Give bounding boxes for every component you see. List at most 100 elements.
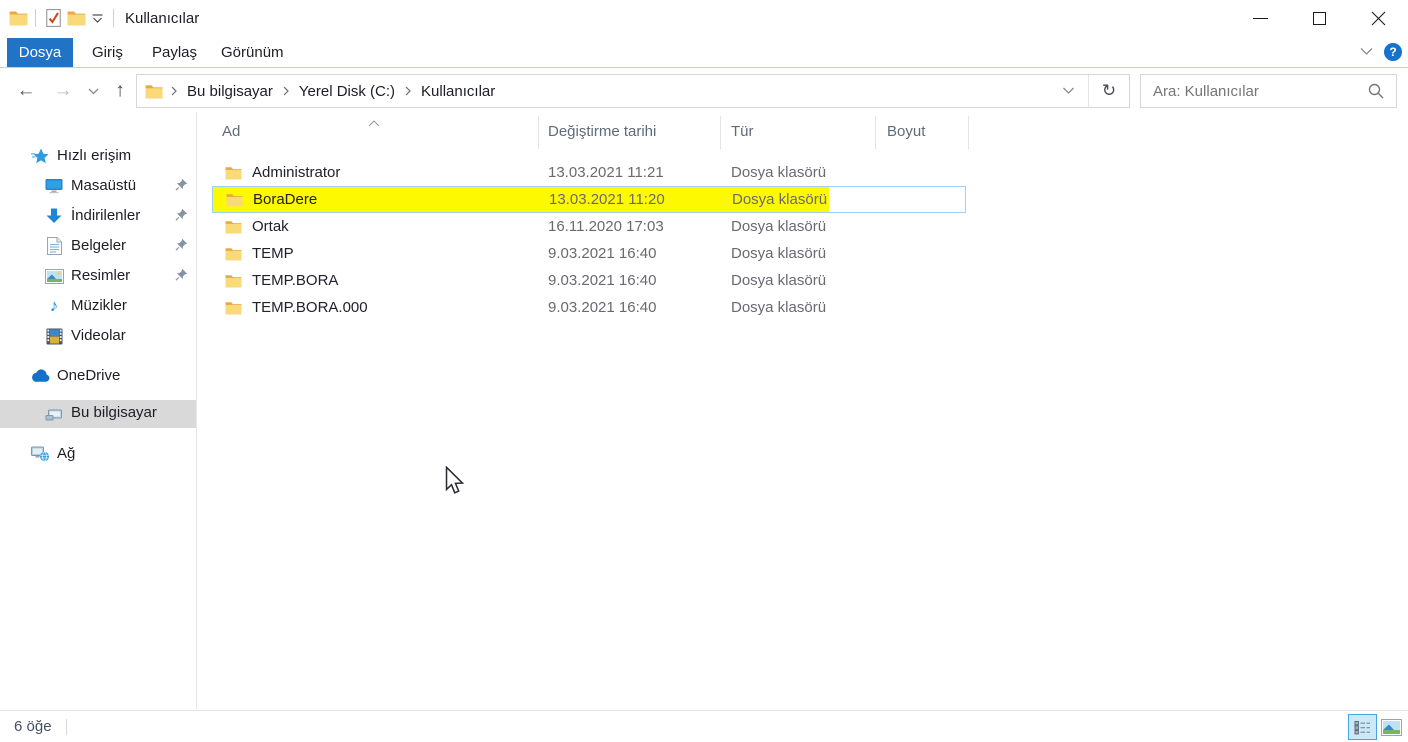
breadcrumb-users[interactable]: Kullanıcılar: [419, 83, 497, 100]
details-view-icon: [1354, 720, 1370, 734]
film-icon: [44, 326, 64, 346]
tab-giris[interactable]: Giriş: [80, 38, 135, 67]
status-separator: [66, 719, 67, 735]
column-divider[interactable]: [538, 116, 539, 149]
sidebar-item-videos[interactable]: Videolar: [0, 323, 196, 349]
properties-check-icon: [46, 9, 61, 27]
refresh-button[interactable]: ↻: [1089, 81, 1129, 101]
search-icon[interactable]: [1368, 83, 1384, 99]
item-count: 6 öğe: [14, 718, 52, 735]
column-headers: Ad Değiştirme tarihi Tür Boyut: [198, 112, 1408, 150]
chevron-down-icon: [1062, 87, 1074, 94]
address-bar[interactable]: Bu bilgisayar Yerel Disk (C:) Kullanıcıl…: [136, 74, 1130, 108]
breadcrumb-chevron-icon: [283, 86, 289, 96]
network-icon: [30, 444, 50, 464]
folder-icon: [225, 247, 242, 260]
app-folder-icon: [9, 10, 28, 26]
titlebar-separator: [35, 9, 36, 27]
help-button[interactable]: ?: [1384, 42, 1402, 61]
minimize-icon: [1253, 17, 1268, 19]
file-row-ortak[interactable]: Ortak 16.11.2020 17:03 Dosya klasörü: [212, 213, 966, 240]
chevron-down-icon: [88, 88, 98, 94]
qat-properties-button[interactable]: [43, 5, 64, 31]
desktop-icon: [44, 176, 64, 196]
qat-new-folder-button[interactable]: [64, 5, 89, 31]
maximize-button[interactable]: [1290, 0, 1349, 36]
folder-icon: [225, 220, 242, 233]
search-input[interactable]: [1141, 82, 1368, 100]
tab-gorunum[interactable]: Görünüm: [209, 38, 296, 67]
pin-icon: [175, 178, 188, 195]
details-view-button[interactable]: [1348, 714, 1377, 740]
thumbnail-view-icon: [1381, 718, 1402, 736]
search-box: [1140, 74, 1397, 108]
music-note-icon: ♪: [49, 296, 59, 315]
tab-paylas[interactable]: Paylaş: [140, 38, 209, 67]
ribbon-tab-row: Dosya Giriş Paylaş Görünüm ?: [0, 36, 1408, 68]
file-row-temp-bora-000[interactable]: TEMP.BORA.000 9.03.2021 16:40 Dosya klas…: [212, 294, 966, 321]
picture-icon: [44, 266, 64, 286]
status-bar: 6 öğe: [0, 710, 1408, 742]
up-button[interactable]: ↑: [106, 74, 134, 108]
file-row-boradere[interactable]: BoraDere 13.03.2021 11:20 Dosya klasörü: [212, 186, 966, 213]
customize-toolbar-icon: [92, 13, 103, 23]
breadcrumb-chevron-icon: [171, 86, 177, 96]
pin-icon: [175, 268, 188, 285]
address-dropdown-button[interactable]: [1048, 87, 1088, 95]
column-header-type[interactable]: Tür: [731, 112, 754, 150]
file-row-temp[interactable]: TEMP 9.03.2021 16:40 Dosya klasörü: [212, 240, 966, 267]
window-title: Kullanıcılar: [125, 9, 200, 27]
navigation-pane: Hızlı erişim Masaüstü İndirilenler Belge…: [0, 112, 197, 710]
folder-icon: [225, 166, 242, 179]
minimize-button[interactable]: [1231, 0, 1290, 36]
folder-icon: [225, 301, 242, 314]
titlebar-separator: [113, 9, 114, 27]
file-row-temp-bora[interactable]: TEMP.BORA 9.03.2021 16:40 Dosya klasörü: [212, 267, 966, 294]
close-button[interactable]: [1349, 0, 1408, 36]
column-divider[interactable]: [968, 116, 969, 149]
sort-ascending-icon: [368, 114, 380, 132]
pin-icon: [175, 208, 188, 225]
pin-icon: [175, 238, 188, 255]
downloads-arrow-icon: [44, 206, 64, 226]
title-bar: Kullanıcılar: [0, 0, 1408, 36]
thumbnail-view-button[interactable]: [1380, 717, 1403, 737]
file-row-administrator[interactable]: Administrator 13.03.2021 11:21 Dosya kla…: [212, 159, 966, 186]
new-folder-icon: [67, 10, 86, 26]
file-list-pane: Ad Değiştirme tarihi Tür Boyut Administr…: [198, 112, 1408, 710]
quick-access-star-icon: [30, 146, 50, 166]
qat-customize-button[interactable]: [89, 5, 106, 31]
sidebar-item-music[interactable]: ♪ Müzikler: [0, 293, 196, 319]
forward-button[interactable]: →: [49, 74, 77, 108]
recent-locations-button[interactable]: [82, 74, 104, 108]
column-divider[interactable]: [875, 116, 876, 149]
breadcrumb-chevron-icon: [405, 86, 411, 96]
folder-icon: [226, 193, 243, 206]
document-icon: [44, 236, 64, 256]
column-header-name[interactable]: Ad: [222, 112, 240, 150]
sidebar-item-onedrive[interactable]: OneDrive: [0, 363, 196, 389]
sidebar-item-this-pc[interactable]: Bu bilgisayar: [0, 400, 196, 428]
explorer-window: Kullanıcılar Dosya Giriş Paylaş Görünüm: [0, 0, 1408, 742]
column-header-date[interactable]: Değiştirme tarihi: [548, 112, 656, 150]
address-folder-icon: [145, 84, 163, 99]
sidebar-item-desktop[interactable]: Masaüstü: [0, 173, 196, 199]
sidebar-item-quick-access[interactable]: Hızlı erişim: [0, 143, 196, 169]
maximize-icon: [1313, 11, 1326, 25]
sidebar-item-documents[interactable]: Belgeler: [0, 233, 196, 259]
folder-icon: [225, 274, 242, 287]
back-button[interactable]: ←: [12, 74, 40, 108]
cloud-icon: [30, 366, 50, 386]
tab-dosya[interactable]: Dosya: [7, 38, 73, 67]
ribbon-collapse-button[interactable]: [1359, 47, 1374, 56]
breadcrumb-this-pc[interactable]: Bu bilgisayar: [185, 83, 275, 100]
computer-icon: [44, 403, 64, 423]
breadcrumb-local-disk[interactable]: Yerel Disk (C:): [297, 83, 397, 100]
column-header-size[interactable]: Boyut: [887, 112, 925, 150]
sidebar-item-pictures[interactable]: Resimler: [0, 263, 196, 289]
close-icon: [1371, 11, 1386, 26]
column-divider[interactable]: [720, 116, 721, 149]
address-row: ← → ↑ Bu bilgisayar Yerel Disk (C:) Kull…: [0, 68, 1408, 112]
sidebar-item-network[interactable]: Ağ: [0, 441, 196, 467]
sidebar-item-downloads[interactable]: İndirilenler: [0, 203, 196, 229]
